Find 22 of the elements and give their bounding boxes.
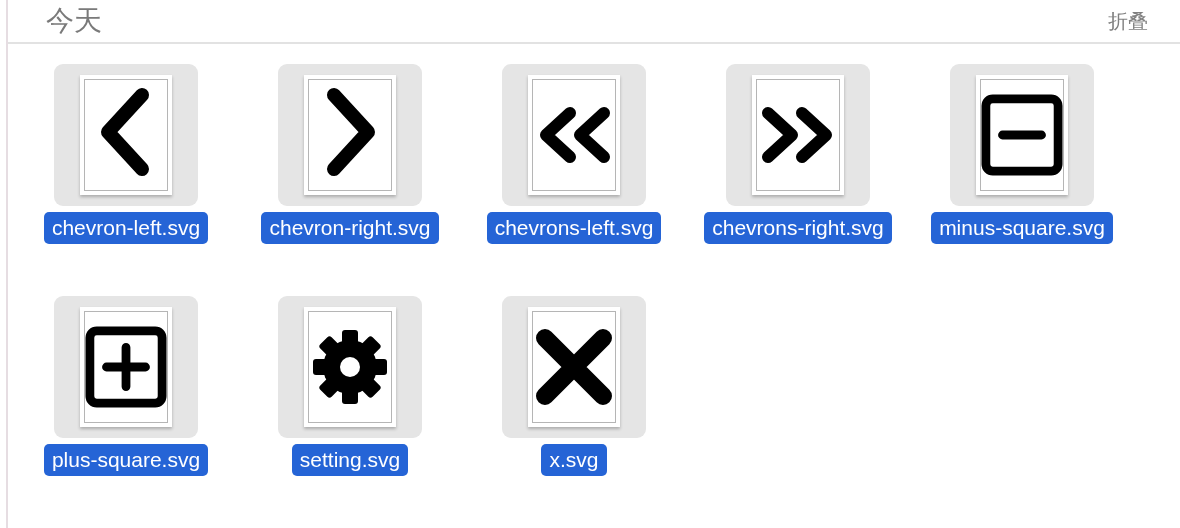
- file-name[interactable]: chevron-right.svg: [261, 212, 439, 244]
- plus-square-icon: [85, 325, 167, 409]
- file-tile[interactable]: [278, 64, 422, 206]
- file-tile[interactable]: [54, 64, 198, 206]
- minus-square-icon: [981, 93, 1063, 177]
- file-name[interactable]: setting.svg: [291, 444, 409, 476]
- file-tile[interactable]: [950, 64, 1094, 206]
- close-icon: [535, 328, 613, 406]
- settings-icon: [311, 328, 389, 406]
- collapse-button[interactable]: 折叠: [1104, 5, 1152, 37]
- file-tile[interactable]: [726, 64, 870, 206]
- file-tile[interactable]: [54, 296, 198, 438]
- file-tile[interactable]: [502, 64, 646, 206]
- file-tile[interactable]: [278, 296, 422, 438]
- section-title: 今天: [46, 3, 102, 39]
- file-name[interactable]: minus-square.svg: [931, 212, 1113, 244]
- file-name[interactable]: x.svg: [541, 444, 607, 476]
- file-name[interactable]: chevrons-right.svg: [704, 212, 892, 244]
- file-name[interactable]: chevrons-left.svg: [486, 212, 662, 244]
- file-name[interactable]: chevron-left.svg: [43, 212, 209, 244]
- file-name[interactable]: plus-square.svg: [43, 444, 209, 476]
- file-tile[interactable]: [502, 296, 646, 438]
